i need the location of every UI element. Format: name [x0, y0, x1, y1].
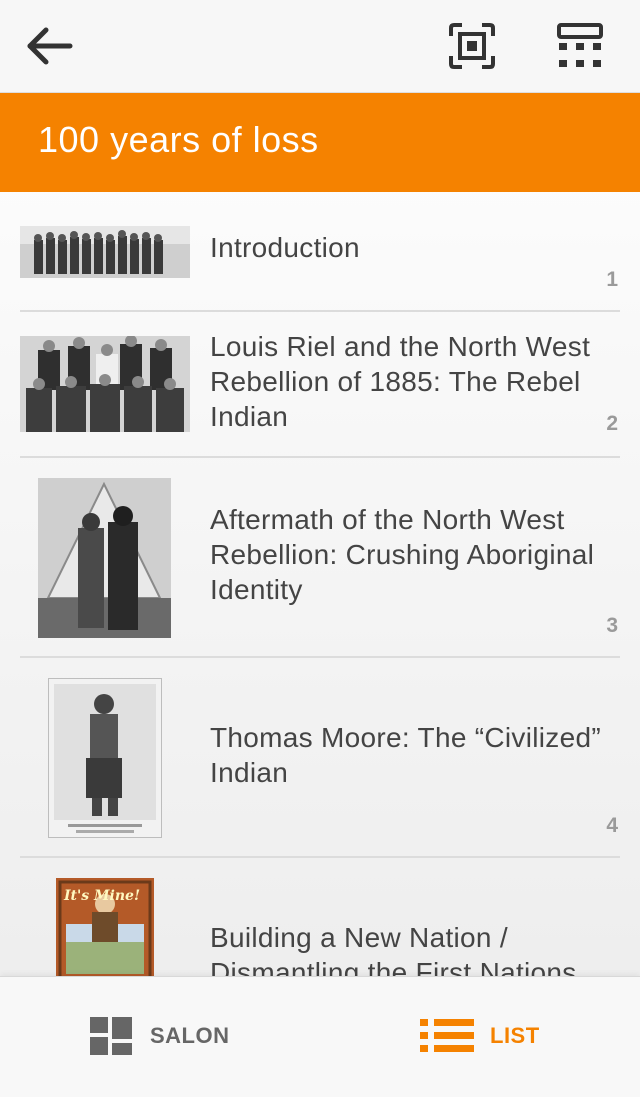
calculator-grid-icon[interactable]: [556, 22, 604, 70]
page-title: 100 years of loss: [38, 119, 319, 160]
group-photo-thumbnail: [20, 336, 190, 432]
list-item[interactable]: Introduction 1: [20, 192, 620, 312]
list-item[interactable]: It's Mine! Building a New Nation / Disma…: [20, 858, 620, 976]
item-title: Aftermath of the North West Rebellion: C…: [210, 504, 595, 605]
scan-frame-icon[interactable]: [448, 22, 496, 70]
tab-salon-label: SALON: [150, 1023, 230, 1048]
salon-grid-icon: [90, 1017, 132, 1055]
item-title: Thomas Moore: The “Civilized” Indian: [210, 722, 601, 788]
chapter-list: Introduction 1 Louis Riel and the North: [0, 192, 640, 976]
item-number: 4: [606, 814, 618, 837]
item-title: Louis Riel and the North West Rebellion …: [210, 331, 591, 432]
list-item[interactable]: Louis Riel and the North West Rebellion …: [20, 312, 620, 458]
back-arrow-icon[interactable]: [26, 24, 74, 68]
item-number: 1: [606, 268, 618, 291]
teepee-photo-thumbnail: [38, 478, 171, 638]
top-toolbar: [0, 0, 640, 93]
item-title: Introduction: [210, 232, 360, 263]
tab-list[interactable]: LIST: [420, 1017, 560, 1057]
poster-thumbnail: It's Mine!: [56, 878, 154, 976]
title-bar: 100 years of loss: [0, 93, 640, 192]
poster-text: It's Mine!: [64, 888, 141, 904]
item-number: 2: [606, 412, 618, 435]
list-icon: [420, 1019, 474, 1052]
list-item[interactable]: Thomas Moore: The “Civilized” Indian 4: [20, 658, 620, 858]
tab-salon[interactable]: SALON: [90, 1017, 240, 1057]
bottom-tab-bar: SALON LIST: [0, 976, 640, 1097]
tab-list-label: LIST: [490, 1023, 540, 1048]
item-title: Building a New Nation / Dismantling the …: [210, 922, 577, 976]
group-photo-thumbnail: [20, 226, 190, 278]
list-item[interactable]: Aftermath of the North West Rebellion: C…: [20, 458, 620, 658]
portrait-photo-thumbnail: [48, 678, 162, 838]
item-number: 3: [606, 614, 618, 637]
